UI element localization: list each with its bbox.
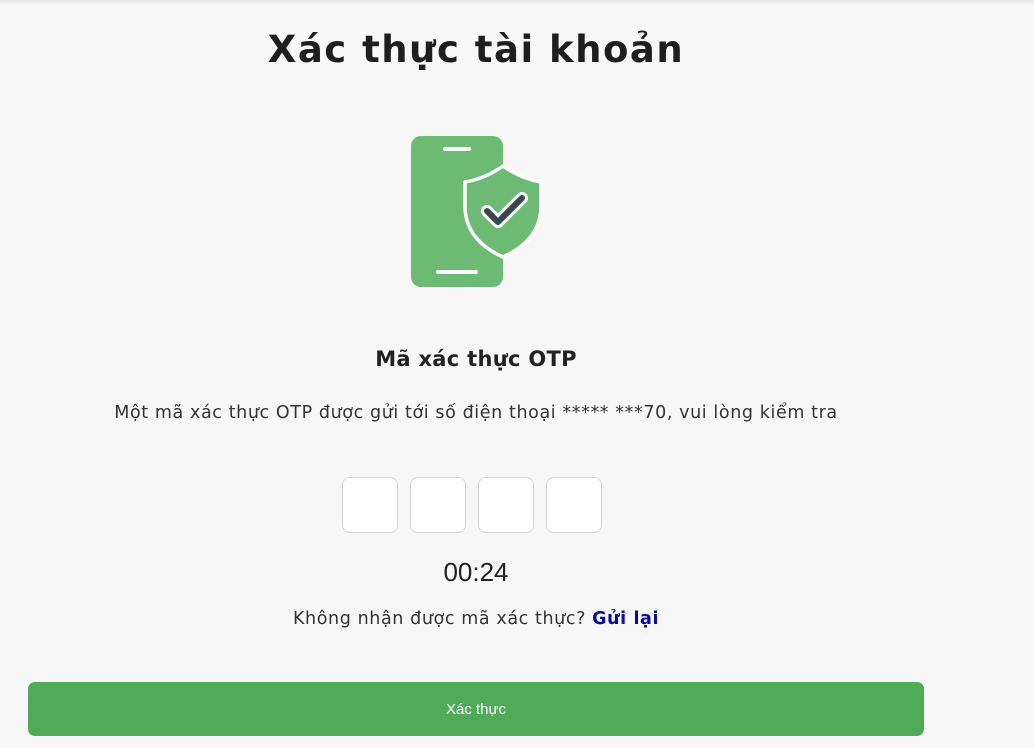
otp-digit-4[interactable]	[546, 477, 602, 533]
otp-digit-2[interactable]	[410, 477, 466, 533]
otp-input-group	[342, 477, 602, 533]
otp-digit-1[interactable]	[342, 477, 398, 533]
phone-shield-check-icon	[405, 130, 550, 295]
otp-description: Một mã xác thực OTP được gửi tới số điện…	[114, 403, 838, 423]
submit-button[interactable]: Xác thực	[28, 682, 924, 736]
page-title: Xác thực tài khoản	[267, 28, 685, 71]
resend-prompt: Không nhận được mã xác thực?	[292, 609, 593, 629]
otp-heading: Mã xác thực OTP	[375, 347, 577, 371]
resend-link[interactable]: Gửi lại	[592, 609, 659, 629]
countdown-timer: 00:24	[443, 557, 509, 587]
resend-line: Không nhận được mã xác thực? Gửi lại	[0, 609, 952, 629]
otp-digit-3[interactable]	[478, 477, 534, 533]
top-shadow-bar	[0, 0, 1034, 4]
